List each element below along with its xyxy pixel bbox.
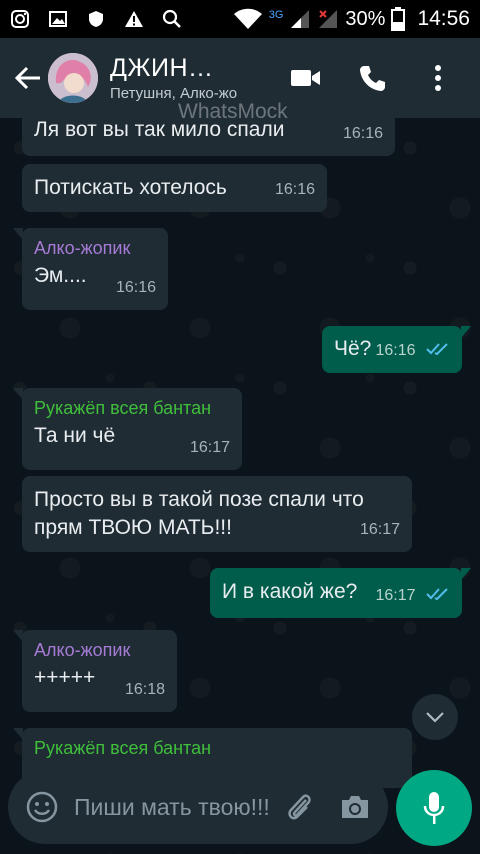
message-bubble[interactable]: Алко-жопик Эм.... 16:16 [13,228,168,310]
battery-percent: 30% [345,7,386,30]
message-time: 16:16 [376,337,451,365]
composer: Пиши мать твою!!! [8,770,388,844]
network-type: 3G [268,9,284,21]
chat-title: ДЖИН… [110,54,214,82]
voice-call-button[interactable] [348,54,396,102]
emoji-icon [26,791,58,823]
read-ticks-icon [426,588,448,601]
message-time: 16:16 [342,125,383,142]
warning-icon [124,9,144,29]
message-bubble[interactable]: Алко-жопик +++++ 16:18 [13,630,177,712]
message-text: Потискать хотелось [34,176,227,199]
clock: 14:56 [417,7,470,30]
battery-icon [391,7,406,31]
wifi-icon [233,8,263,29]
attach-button[interactable] [282,787,316,827]
camera-icon [342,796,368,818]
sender-name: Алко-жопик [34,238,131,258]
status-bar: 3G 30% 14:56 [0,0,480,38]
message-time: 16:17 [376,582,451,610]
message-time: 16:16 [115,279,156,296]
instagram-icon [10,9,30,29]
sender-name: Рукажёп всея бантан [34,738,212,758]
message-bubble[interactable]: Потискать хотелось 16:16 [22,164,327,212]
arrow-left-icon [14,66,40,90]
message-bubble-outgoing[interactable]: Чё? 16:16 [322,326,471,373]
sender-name: Алко-жопик [34,640,131,660]
voice-message-button[interactable] [396,770,472,846]
message-bubble[interactable]: Рукажёп всея бантан Та ни чё 16:17 [13,388,242,470]
microphone-icon [423,792,445,824]
camera-button[interactable] [338,787,372,827]
chat-title-block[interactable]: ДЖИН… Петушня, Алко-жо [110,54,260,102]
video-camera-icon [291,70,320,86]
message-time: 16:18 [124,681,165,698]
gallery-icon [48,9,68,29]
signal-off-icon [317,9,339,29]
avatar[interactable] [48,53,98,103]
search-icon [162,9,182,29]
paperclip-icon [288,794,311,820]
video-call-button[interactable] [282,54,330,102]
message-bubble[interactable]: Ля вот вы так мило спали 16:16 [22,118,395,156]
read-ticks-icon [426,343,448,356]
more-vertical-icon [435,65,441,91]
emoji-button[interactable] [22,787,62,827]
message-bubble-outgoing[interactable]: И в какой же? 16:17 [210,568,471,618]
message-time: 16:17 [359,521,400,538]
scroll-to-bottom-button[interactable] [412,694,458,740]
message-time: 16:17 [189,439,230,456]
message-text: Просто вы в такой позе спали что прям ТВ… [34,488,364,539]
menu-button[interactable] [414,54,462,102]
signal-icon [289,9,311,29]
message-text: Ля вот вы так мило спали [34,118,285,141]
shield-icon [86,9,106,29]
message-time: 16:16 [274,181,315,198]
sender-name: Рукажёп всея бантан [34,398,212,418]
message-input[interactable]: Пиши мать твою!!! [74,792,274,822]
back-button[interactable] [6,56,50,100]
chevron-down-icon [426,712,444,723]
message-list[interactable]: Ля вот вы так мило спали 16:16 Потискать… [0,118,480,854]
message-bubble[interactable]: Просто вы в такой позе спали что прям ТВ… [22,476,412,552]
phone-icon [360,66,385,91]
